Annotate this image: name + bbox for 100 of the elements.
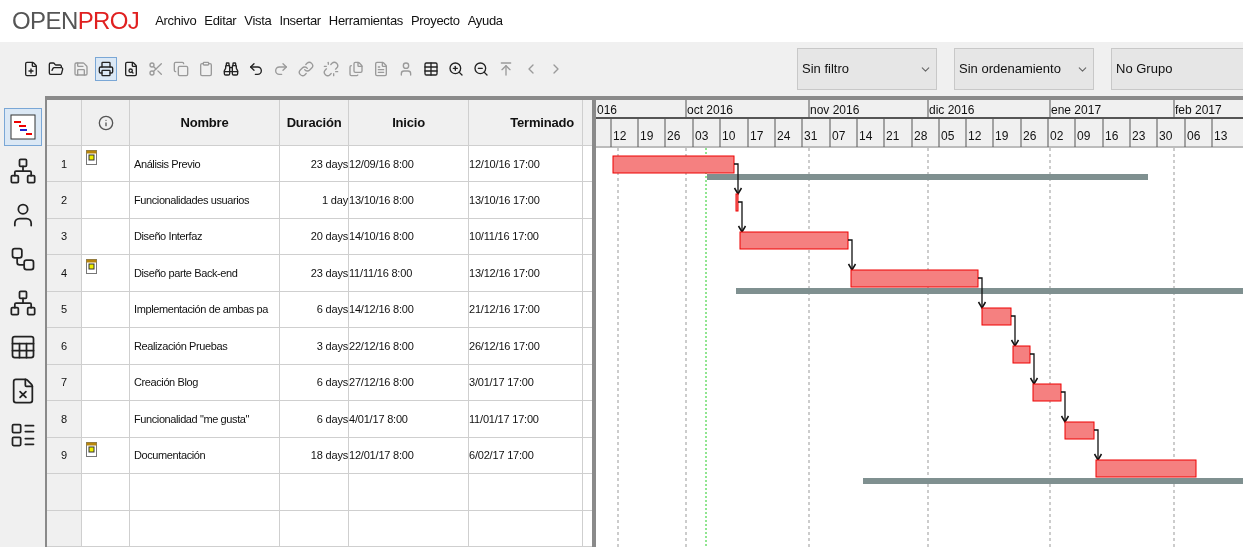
week-label: 09 <box>1077 129 1091 143</box>
table-cell: 11/01/17 17:00 <box>469 401 583 437</box>
row-number: 2 <box>47 182 82 218</box>
week-label: 19 <box>995 129 1009 143</box>
filter-dropdown[interactable]: Sin filtro <box>797 48 937 90</box>
row-number: 9 <box>47 437 82 474</box>
redo-icon <box>273 61 289 77</box>
table-cell: 3 days <box>280 328 349 364</box>
folder-icon <box>48 61 64 77</box>
table-cell: 21/12/16 17:00 <box>469 291 583 328</box>
document-icon <box>373 61 389 77</box>
table-cell: Diseño Interfaz <box>130 218 280 255</box>
table-cell: Análisis Previo <box>130 146 280 182</box>
filter-dropdown[interactable]: No Grupo <box>1111 48 1243 90</box>
column-header[interactable]: Inicio <box>349 100 469 146</box>
table-cell: 3/01/17 17:00 <box>469 364 583 401</box>
filter-dropdown[interactable]: Sin ordenamiento <box>954 48 1094 90</box>
menu-item[interactable]: Insertar <box>279 11 321 31</box>
row-number: 1 <box>47 146 82 182</box>
month-label: feb 2017 <box>1175 103 1222 117</box>
undo-icon <box>248 61 264 77</box>
week-label: 24 <box>777 129 791 143</box>
row-number: 8 <box>47 401 82 437</box>
table-cell: Implementación de ambas pa <box>130 291 280 328</box>
week-label: 31 <box>804 129 818 143</box>
month-label: dic 2016 <box>929 103 975 117</box>
gantt-view-icon <box>9 114 36 140</box>
app-logo: OPENPROJ <box>12 6 140 36</box>
week-label: 07 <box>832 129 846 143</box>
print-preview-icon <box>123 61 139 77</box>
week-label: 12 <box>968 129 982 143</box>
menu-item[interactable]: Herramientas <box>328 11 403 31</box>
pages-icon <box>348 61 364 77</box>
table-cell: Funcionalidades usuarios <box>130 182 280 218</box>
dependency-arrow <box>1093 429 1103 462</box>
week-label: 16 <box>1105 129 1119 143</box>
table-cell: Documentación <box>130 437 280 474</box>
arrow-up-icon <box>498 61 514 77</box>
printer-button[interactable] <box>95 57 117 81</box>
week-label: 19 <box>640 129 654 143</box>
table-cell: 26/12/16 17:00 <box>469 328 583 364</box>
week-label: 30 <box>1159 129 1173 143</box>
week-label: 14 <box>859 129 873 143</box>
row-number: 4 <box>47 255 82 291</box>
table-cell: 13/12/16 17:00 <box>469 255 583 291</box>
table-cell: 6/02/17 17:00 <box>469 437 583 474</box>
week-label: 10 <box>722 129 736 143</box>
week-label: 23 <box>1132 129 1146 143</box>
printer-icon <box>98 61 114 77</box>
copy-icon <box>173 61 189 77</box>
task-bar[interactable] <box>735 193 739 212</box>
row-number: 7 <box>47 364 82 401</box>
week-label: 03 <box>695 129 709 143</box>
table-cell: Realización Pruebas <box>130 328 280 364</box>
unlink-icon <box>323 61 339 77</box>
menu-item[interactable]: Vista <box>244 11 272 31</box>
week-label: 06 <box>1187 129 1201 143</box>
save-icon <box>73 61 89 77</box>
calendar-icon <box>86 259 97 275</box>
table-cell: 18 days <box>280 437 349 474</box>
menu-item[interactable]: Ayuda <box>467 11 503 31</box>
scissors-icon <box>148 61 164 77</box>
table-cell: 13/10/16 8:00 <box>349 182 469 218</box>
table-cell: 23 days <box>280 146 349 182</box>
table-cell: 22/12/16 8:00 <box>349 328 469 364</box>
week-label: 28 <box>914 129 928 143</box>
zoom-in-icon <box>448 61 464 77</box>
month-label: oct 2016 <box>687 103 734 117</box>
column-header[interactable]: Terminado <box>469 100 583 146</box>
week-label: 12 <box>613 129 627 143</box>
dependency-arrow <box>1029 353 1039 386</box>
week-label: 26 <box>667 129 681 143</box>
table-cell: 12/10/16 17:00 <box>469 146 583 182</box>
menu-item[interactable]: Archivo <box>155 11 197 31</box>
table-cell: 6 days <box>280 364 349 401</box>
table-cell: 10/11/16 17:00 <box>469 218 583 255</box>
menu-item[interactable]: Editar <box>204 11 237 31</box>
column-header[interactable]: Duración <box>280 100 349 146</box>
dependency-arrow <box>1060 391 1070 424</box>
menu-item[interactable]: Proyecto <box>411 11 460 31</box>
row-number: 5 <box>47 291 82 328</box>
table-cell: 12/01/17 8:00 <box>349 437 469 474</box>
table-cell: 23 days <box>280 255 349 291</box>
table-cell: 6 days <box>280 401 349 437</box>
week-label: 26 <box>1023 129 1037 143</box>
dependency-arrow <box>737 201 747 234</box>
dependency-arrow <box>733 163 743 196</box>
table-cell: 11/11/16 8:00 <box>349 255 469 291</box>
binoculars-icon <box>223 61 239 77</box>
week-label: 21 <box>886 129 900 143</box>
week-label: 13 <box>1214 129 1228 143</box>
table-cell: 4/01/17 8:00 <box>349 401 469 437</box>
table-cell: Funcionalidad "me gusta" <box>130 401 280 437</box>
person-icon <box>398 61 414 77</box>
dependency-arrow <box>847 239 857 272</box>
table-cell: 27/12/16 8:00 <box>349 364 469 401</box>
table-cell: 14/10/16 8:00 <box>349 218 469 255</box>
table-cell: Creación Blog <box>130 364 280 401</box>
column-header[interactable]: Nombre <box>130 100 280 146</box>
network-icon <box>8 157 37 185</box>
